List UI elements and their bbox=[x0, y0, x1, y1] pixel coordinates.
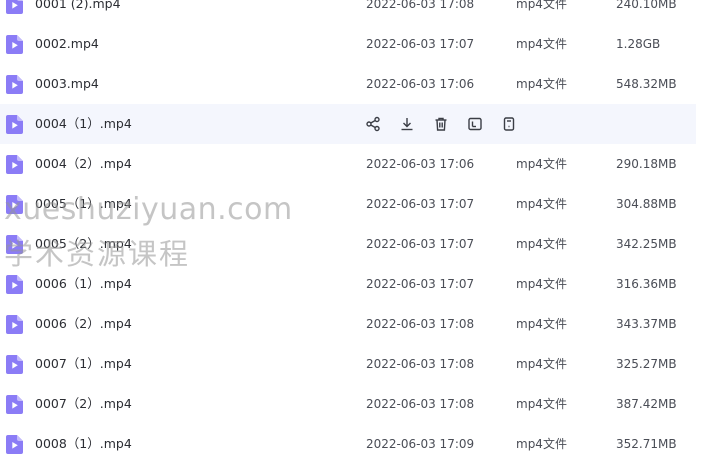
file-size: 352.71MB bbox=[616, 437, 677, 451]
share-button[interactable] bbox=[364, 115, 382, 133]
file-row[interactable]: 0005（1）.mp4 2022-06-03 17:07 mp4文件 304.88MB bbox=[0, 184, 696, 224]
file-type: mp4文件 bbox=[516, 437, 567, 451]
more-button[interactable] bbox=[500, 115, 518, 133]
file-row[interactable]: 0003.mp4 2022-06-03 17:06 mp4文件 548.32MB bbox=[0, 64, 696, 104]
file-name[interactable]: 0007（2）.mp4 bbox=[35, 384, 132, 424]
file-name[interactable]: 0006（1）.mp4 bbox=[35, 264, 132, 304]
video-file-icon bbox=[6, 435, 23, 454]
file-type: mp4文件 bbox=[516, 277, 567, 291]
more-icon bbox=[501, 116, 517, 132]
video-file-icon bbox=[6, 315, 23, 334]
file-type: mp4文件 bbox=[516, 357, 567, 371]
delete-button[interactable] bbox=[432, 115, 450, 133]
file-size: 548.32MB bbox=[616, 77, 677, 91]
video-file-icon bbox=[6, 395, 23, 414]
share-icon bbox=[365, 116, 381, 132]
file-row[interactable]: 0001 (2).mp4 2022-06-03 17:08 mp4文件 240.10M… bbox=[0, 0, 696, 24]
video-file-icon bbox=[6, 75, 23, 94]
file-row[interactable]: 0007（1）.mp4 2022-06-03 17:08 mp4文件 325.27MB bbox=[0, 344, 696, 384]
file-size: 325.27MB bbox=[616, 357, 677, 371]
file-modified-date: 2022-06-03 17:08 bbox=[366, 317, 475, 331]
file-name[interactable]: 0005（2）.mp4 bbox=[35, 224, 132, 264]
file-name[interactable]: 0004（2）.mp4 bbox=[35, 144, 132, 184]
file-row[interactable]: 0005（2）.mp4 2022-06-03 17:07 mp4文件 342.25MB bbox=[0, 224, 696, 264]
file-name[interactable]: 0001 (2).mp4 bbox=[35, 0, 121, 24]
file-name[interactable]: 0007（1）.mp4 bbox=[35, 344, 132, 384]
file-modified-date: 2022-06-03 17:09 bbox=[366, 437, 475, 451]
file-row[interactable]: 0008（1）.mp4 2022-06-03 17:09 mp4文件 352.71MB bbox=[0, 424, 696, 462]
file-modified-date: 2022-06-03 17:08 bbox=[366, 0, 475, 11]
video-file-icon bbox=[6, 0, 23, 14]
file-size: 316.36MB bbox=[616, 277, 677, 291]
file-modified-date: 2022-06-03 17:07 bbox=[366, 197, 475, 211]
file-name[interactable]: 0008（1）.mp4 bbox=[35, 424, 132, 462]
file-row[interactable]: 0002.mp4 2022-06-03 17:07 mp4文件 1.28GB bbox=[0, 24, 696, 64]
file-modified-date: 2022-06-03 17:06 bbox=[366, 77, 475, 91]
video-file-icon bbox=[6, 195, 23, 214]
file-name[interactable]: 0003.mp4 bbox=[35, 64, 99, 104]
delete-icon bbox=[433, 116, 449, 132]
file-list: 0001 (2).mp4 2022-06-03 17:08 mp4文件 240.10M… bbox=[0, 0, 721, 462]
rename-button[interactable] bbox=[466, 115, 484, 133]
video-file-icon bbox=[6, 115, 23, 134]
file-row[interactable]: 0004（2）.mp4 2022-06-03 17:06 mp4文件 290.18MB bbox=[0, 144, 696, 184]
file-modified-date: 2022-06-03 17:07 bbox=[366, 237, 475, 251]
file-size: 343.37MB bbox=[616, 317, 677, 331]
file-modified-date: 2022-06-03 17:06 bbox=[366, 157, 475, 171]
file-modified-date: 2022-06-03 17:08 bbox=[366, 357, 475, 371]
row-actions bbox=[364, 115, 534, 133]
video-file-icon bbox=[6, 35, 23, 54]
file-type: mp4文件 bbox=[516, 157, 567, 171]
file-type: mp4文件 bbox=[516, 317, 567, 331]
file-modified-date: 2022-06-03 17:07 bbox=[366, 37, 475, 51]
file-size: 304.88MB bbox=[616, 197, 677, 211]
file-row[interactable]: 0006（2）.mp4 2022-06-03 17:08 mp4文件 343.37MB bbox=[0, 304, 696, 344]
download-icon bbox=[399, 116, 415, 132]
video-file-icon bbox=[6, 355, 23, 374]
file-row[interactable]: 0006（1）.mp4 2022-06-03 17:07 mp4文件 316.36MB bbox=[0, 264, 696, 304]
file-row[interactable]: 0007（2）.mp4 2022-06-03 17:08 mp4文件 387.42MB bbox=[0, 384, 696, 424]
file-size: 240.10MB bbox=[616, 0, 677, 11]
file-size: 387.42MB bbox=[616, 397, 677, 411]
file-row[interactable]: 0004（1）.mp4 bbox=[0, 104, 696, 144]
file-size: 290.18MB bbox=[616, 157, 677, 171]
file-name[interactable]: 0006（2）.mp4 bbox=[35, 304, 132, 344]
file-type: mp4文件 bbox=[516, 237, 567, 251]
file-name[interactable]: 0004（1）.mp4 bbox=[35, 104, 132, 144]
file-name[interactable]: 0005（1）.mp4 bbox=[35, 184, 132, 224]
rename-icon bbox=[467, 116, 483, 132]
video-file-icon bbox=[6, 275, 23, 294]
file-name[interactable]: 0002.mp4 bbox=[35, 24, 99, 64]
file-type: mp4文件 bbox=[516, 77, 567, 91]
video-file-icon bbox=[6, 235, 23, 254]
file-size: 1.28GB bbox=[616, 37, 661, 51]
video-file-icon bbox=[6, 155, 23, 174]
file-type: mp4文件 bbox=[516, 0, 567, 11]
download-button[interactable] bbox=[398, 115, 416, 133]
file-type: mp4文件 bbox=[516, 37, 567, 51]
file-type: mp4文件 bbox=[516, 397, 567, 411]
file-modified-date: 2022-06-03 17:08 bbox=[366, 397, 475, 411]
file-type: mp4文件 bbox=[516, 197, 567, 211]
file-size: 342.25MB bbox=[616, 237, 677, 251]
file-modified-date: 2022-06-03 17:07 bbox=[366, 277, 475, 291]
